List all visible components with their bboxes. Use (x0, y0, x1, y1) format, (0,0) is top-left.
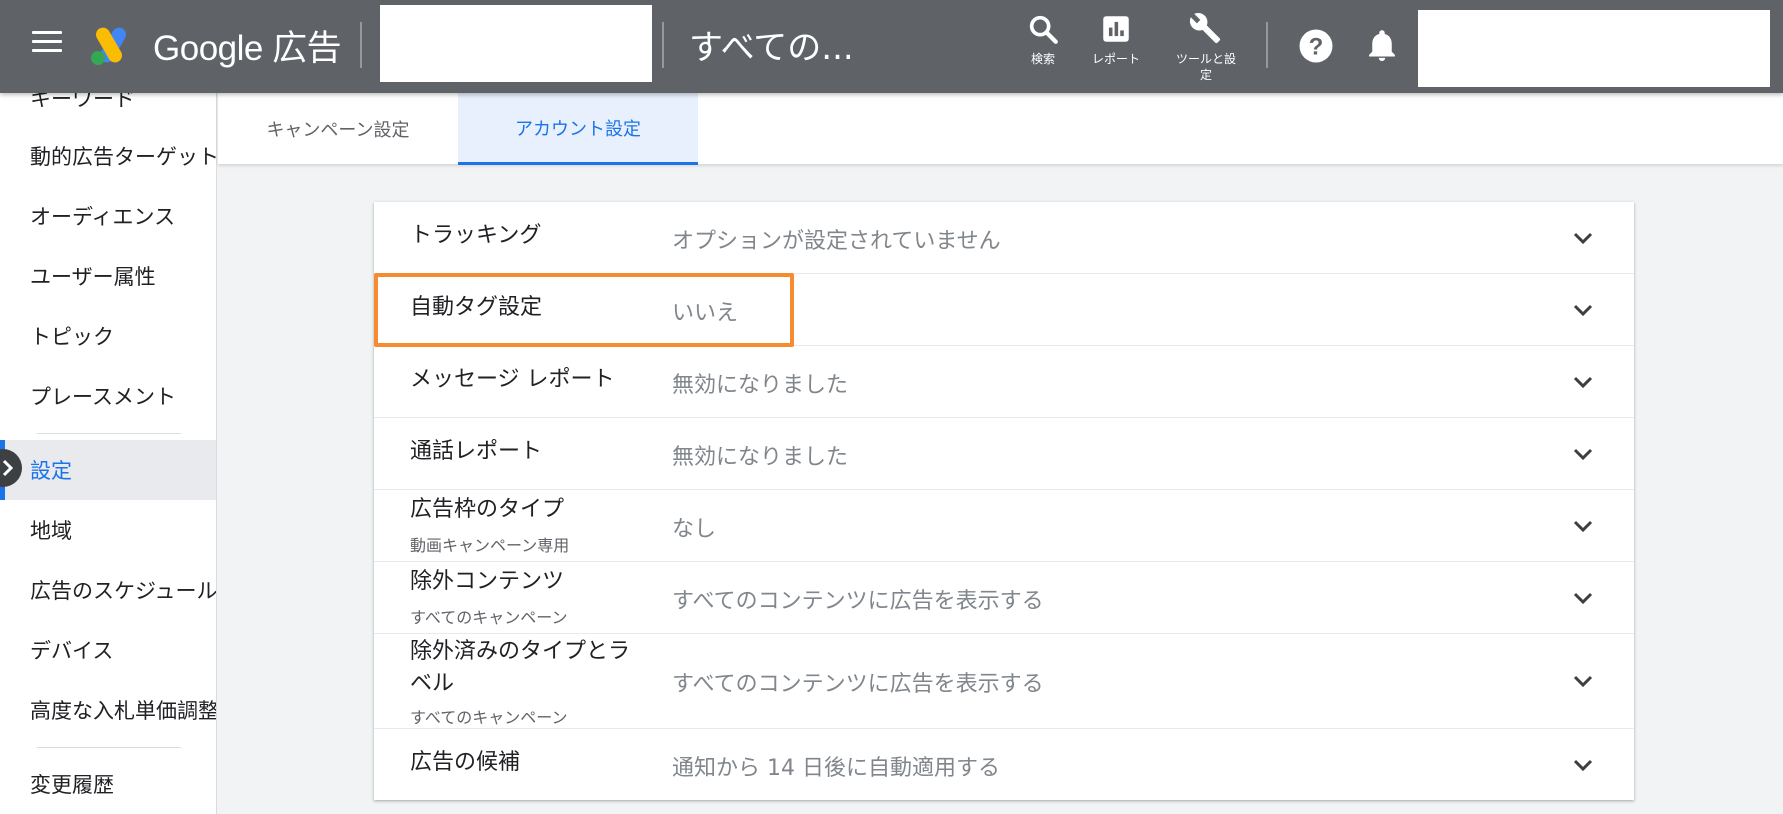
top-bar: Google 広告 すべての... 検索 レポート ツールと設定 ? (0, 0, 1783, 93)
sidebar-item-keywords[interactable]: キーワード (0, 93, 216, 128)
sidebar-item-topics[interactable]: トピック (0, 306, 216, 366)
settings-row-excluded-types-labels[interactable]: 除外済みのタイプとラベル すべてのキャンペーン すべてのコンテンツに広告を表示す… (374, 633, 1634, 728)
tab-account-settings[interactable]: アカウント設定 (458, 93, 698, 165)
account-settings-card: トラッキング オプションが設定されていません 自動タグ設定 いいえ メッセージ … (374, 202, 1634, 800)
chevron-down-icon[interactable] (1572, 519, 1594, 533)
row-value: オプションが設定されていません (672, 229, 1001, 254)
row-value: いいえ (672, 301, 739, 326)
sidebar-nav: キーワード 動的広告ターゲット オーディエンス ユーザー属性 トピック プレース… (0, 93, 217, 814)
row-label: トラッキング (410, 223, 542, 248)
row-label: 通話レポート (410, 439, 543, 464)
sidebar-item-advanced-bid-adjustments[interactable]: 高度な入札単価調整 (0, 680, 216, 740)
search-icon (1029, 15, 1058, 44)
row-label: 広告枠のタイプ (410, 497, 565, 522)
chevron-down-icon[interactable] (1572, 231, 1594, 245)
menu-icon[interactable] (32, 31, 62, 57)
tab-campaign-settings[interactable]: キャンペーン設定 (218, 93, 458, 165)
product-logo-text: Google 広告 (153, 29, 342, 68)
settings-row-message-reporting[interactable]: メッセージ レポート 無効になりました (374, 345, 1634, 417)
row-label: 自動タグ設定 (410, 295, 543, 320)
account-selector[interactable] (380, 5, 652, 82)
bar-chart-icon (1103, 16, 1129, 42)
sidebar-item-settings[interactable]: 設定 (0, 440, 216, 500)
chevron-down-icon[interactable] (1572, 591, 1594, 605)
campaign-scope-title[interactable]: すべての... (689, 20, 854, 69)
sidebar-item-audiences[interactable]: オーディエンス (0, 186, 216, 246)
row-sublabel: すべてのキャンペーン (410, 608, 568, 627)
row-label: メッセージ レポート (410, 367, 615, 392)
row-value: すべてのコンテンツに広告を表示する (672, 672, 1044, 697)
settings-tabs: キャンペーン設定 アカウント設定 (218, 93, 1783, 165)
sidebar-separator (37, 747, 181, 748)
chevron-down-icon[interactable] (1572, 375, 1594, 389)
row-value: なし (672, 517, 717, 542)
sidebar-item-locations[interactable]: 地域 (0, 500, 216, 560)
row-label: 除外済みのタイプとラベル (410, 639, 631, 696)
sidebar-item-demographics[interactable]: ユーザー属性 (0, 246, 216, 306)
chevron-down-icon[interactable] (1572, 303, 1594, 317)
row-sublabel: 動画キャンペーン専用 (410, 536, 570, 555)
search-tool-label: 検索 (1030, 52, 1055, 66)
help-icon[interactable]: ? (1298, 28, 1334, 64)
sidebar-separator (37, 433, 181, 434)
sidebar-item-ad-schedule[interactable]: 広告のスケジュール (0, 560, 216, 620)
wrench-icon (1189, 12, 1221, 44)
divider (360, 22, 362, 68)
chevron-down-icon[interactable] (1572, 758, 1594, 772)
row-value: 無効になりました (672, 373, 849, 398)
chevron-down-icon[interactable] (1572, 674, 1594, 688)
chevron-right-icon (2, 459, 14, 477)
tools-settings-label: ツールと設定 (1175, 52, 1236, 82)
user-account-box[interactable] (1418, 10, 1770, 87)
bell-icon[interactable] (1364, 28, 1400, 64)
settings-row-tracking[interactable]: トラッキング オプションが設定されていません (374, 202, 1634, 273)
row-value: 通知から 14 日後に自動適用する (672, 756, 1000, 781)
settings-row-call-reporting[interactable]: 通話レポート 無効になりました (374, 417, 1634, 489)
row-label: 除外コンテンツ (410, 569, 565, 594)
tools-settings-button[interactable]: ツールと設定 (1161, 12, 1251, 84)
row-label: 広告の候補 (410, 750, 521, 775)
sidebar-item-devices[interactable]: デバイス (0, 620, 216, 680)
settings-row-recommendations[interactable]: 広告の候補 通知から 14 日後に自動適用する (374, 728, 1634, 800)
settings-row-auto-tagging[interactable]: 自動タグ設定 いいえ (374, 273, 1634, 345)
settings-row-inventory-type[interactable]: 広告枠のタイプ 動画キャンペーン専用 なし (374, 489, 1634, 561)
divider (1266, 22, 1268, 68)
sidebar-item-dynamic-ad-targets[interactable]: 動的広告ターゲット (0, 126, 216, 186)
settings-row-excluded-content[interactable]: 除外コンテンツ すべてのキャンペーン すべてのコンテンツに広告を表示する (374, 561, 1634, 633)
sidebar-item-placements[interactable]: プレースメント (0, 366, 216, 426)
google-ads-logo-icon[interactable] (88, 24, 136, 66)
reports-tool-label: レポート (1091, 52, 1140, 66)
chevron-down-icon[interactable] (1572, 447, 1594, 461)
svg-text:?: ? (1309, 33, 1324, 60)
sidebar-item-change-history[interactable]: 変更履歴 (0, 754, 216, 814)
row-value: 無効になりました (672, 445, 849, 470)
reports-tool-button[interactable]: レポート (1071, 12, 1161, 84)
row-sublabel: すべてのキャンペーン (410, 708, 568, 727)
divider (662, 22, 664, 68)
row-value: すべてのコンテンツに広告を表示する (672, 589, 1044, 614)
